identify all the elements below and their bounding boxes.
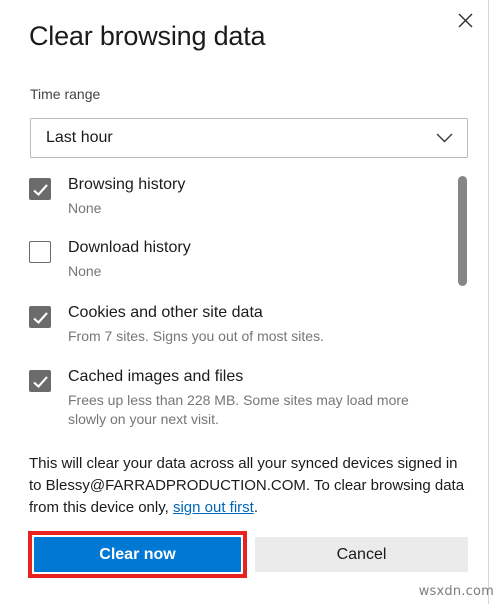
sign-out-first-link[interactable]: sign out first xyxy=(173,499,254,516)
option-title: Browsing history xyxy=(68,176,186,193)
time-range-label: Time range xyxy=(30,86,101,102)
check-icon xyxy=(33,376,48,388)
options-scrollbar[interactable] xyxy=(457,172,468,332)
check-icon xyxy=(33,312,48,324)
option-title: Download history xyxy=(68,239,191,256)
sync-note: This will clear your data across all you… xyxy=(29,453,471,519)
clear-browsing-data-dialog: Clear browsing data Time range Last hour… xyxy=(0,0,489,604)
checkbox-browsing-history[interactable] xyxy=(29,178,51,200)
option-subtext: Frees up less than 228 MB. Some sites ma… xyxy=(68,392,409,427)
check-icon xyxy=(33,184,48,196)
sync-note-text-end: . xyxy=(253,499,258,516)
checkbox-cached-images-and-files[interactable] xyxy=(29,370,51,392)
scrollbar-thumb[interactable] xyxy=(458,176,467,286)
close-icon-glyph xyxy=(458,13,472,27)
time-range-select[interactable]: Last hour xyxy=(30,118,468,158)
option-subtext: None xyxy=(68,263,102,279)
checkbox-cookies-and-other-site-data[interactable] xyxy=(29,306,51,328)
checkbox-download-history[interactable] xyxy=(29,241,51,263)
time-range-selected-value: Last hour xyxy=(46,129,113,146)
data-type-options-list: Browsing history None Download history N… xyxy=(0,172,489,432)
option-title: Cached images and files xyxy=(68,368,244,385)
watermark: wsxdn.com xyxy=(418,584,494,599)
clear-now-button[interactable]: Clear now xyxy=(34,537,241,572)
option-subtext: From 7 sites. Signs you out of most site… xyxy=(68,328,324,344)
close-icon[interactable] xyxy=(451,6,479,34)
chevron-down-icon xyxy=(436,133,453,144)
option-subtext: None xyxy=(68,200,102,216)
page-title: Clear browsing data xyxy=(29,21,266,51)
cancel-button[interactable]: Cancel xyxy=(255,537,468,572)
option-title: Cookies and other site data xyxy=(68,304,263,321)
